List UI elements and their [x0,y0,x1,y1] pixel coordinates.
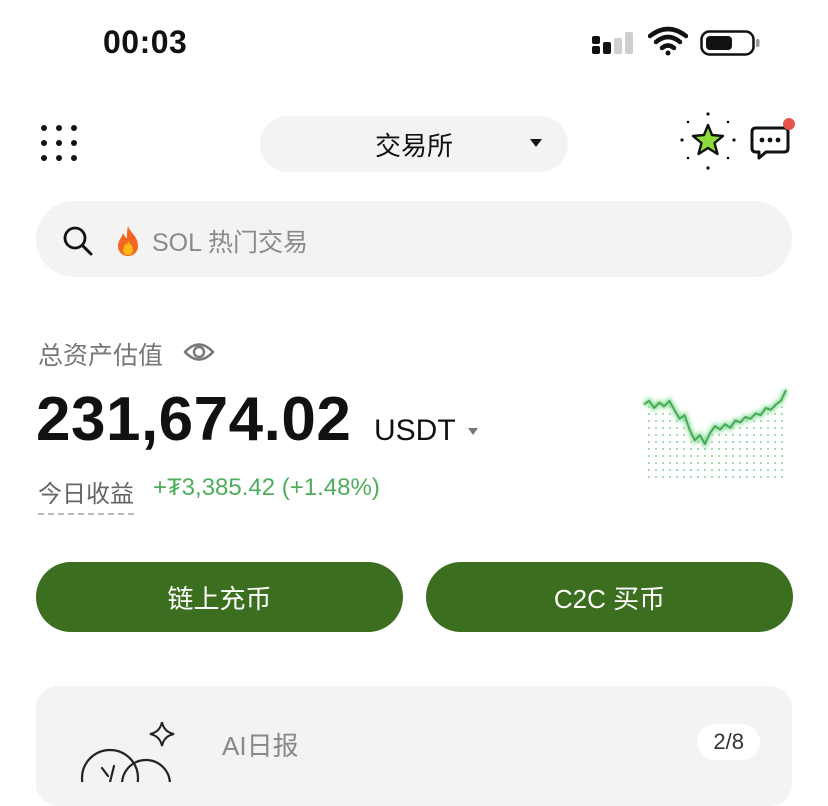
c2c-buy-button[interactable]: C2C 买币 [426,562,793,632]
today-pnl-label[interactable]: 今日收益 [38,474,134,515]
onchain-deposit-button[interactable]: 链上充币 [36,562,403,632]
currency-selector[interactable]: USDT [374,414,478,448]
ai-daily-title: AI日报 [222,731,299,761]
status-time: 00:03 [103,24,188,60]
ai-daily-card[interactable]: AI日报 2/8 [36,686,792,806]
notification-dot [783,118,795,130]
coins-sparkle-icon [80,722,175,782]
wifi-icon [648,26,688,56]
search-icon [63,226,93,256]
ai-daily-pager: 2/8 [697,724,760,760]
exchange-selector[interactable]: 交易所 [260,116,568,172]
currency-label: USDT [374,414,456,447]
total-balance: 231,674.02 [36,385,352,454]
cellular-signal-icon [592,32,633,54]
fire-icon [118,226,138,256]
caret-down-icon [467,427,478,435]
today-pnl-value: +₮3,385.42 (+1.48%) [153,474,380,501]
eye-icon[interactable] [183,338,215,366]
asset-trend-sparkline[interactable] [640,384,790,482]
exchange-selector-label: 交易所 [374,130,453,161]
caret-down-icon [530,139,542,147]
message-icon[interactable] [748,118,800,166]
grid-menu-icon[interactable] [40,124,78,162]
battery-icon [700,30,760,56]
search-bar[interactable]: SOL 热门交易 [36,201,792,277]
total-assets-label: 总资产估值 [38,342,164,370]
star-icon[interactable] [676,108,740,172]
search-placeholder: SOL 热门交易 [152,229,309,257]
